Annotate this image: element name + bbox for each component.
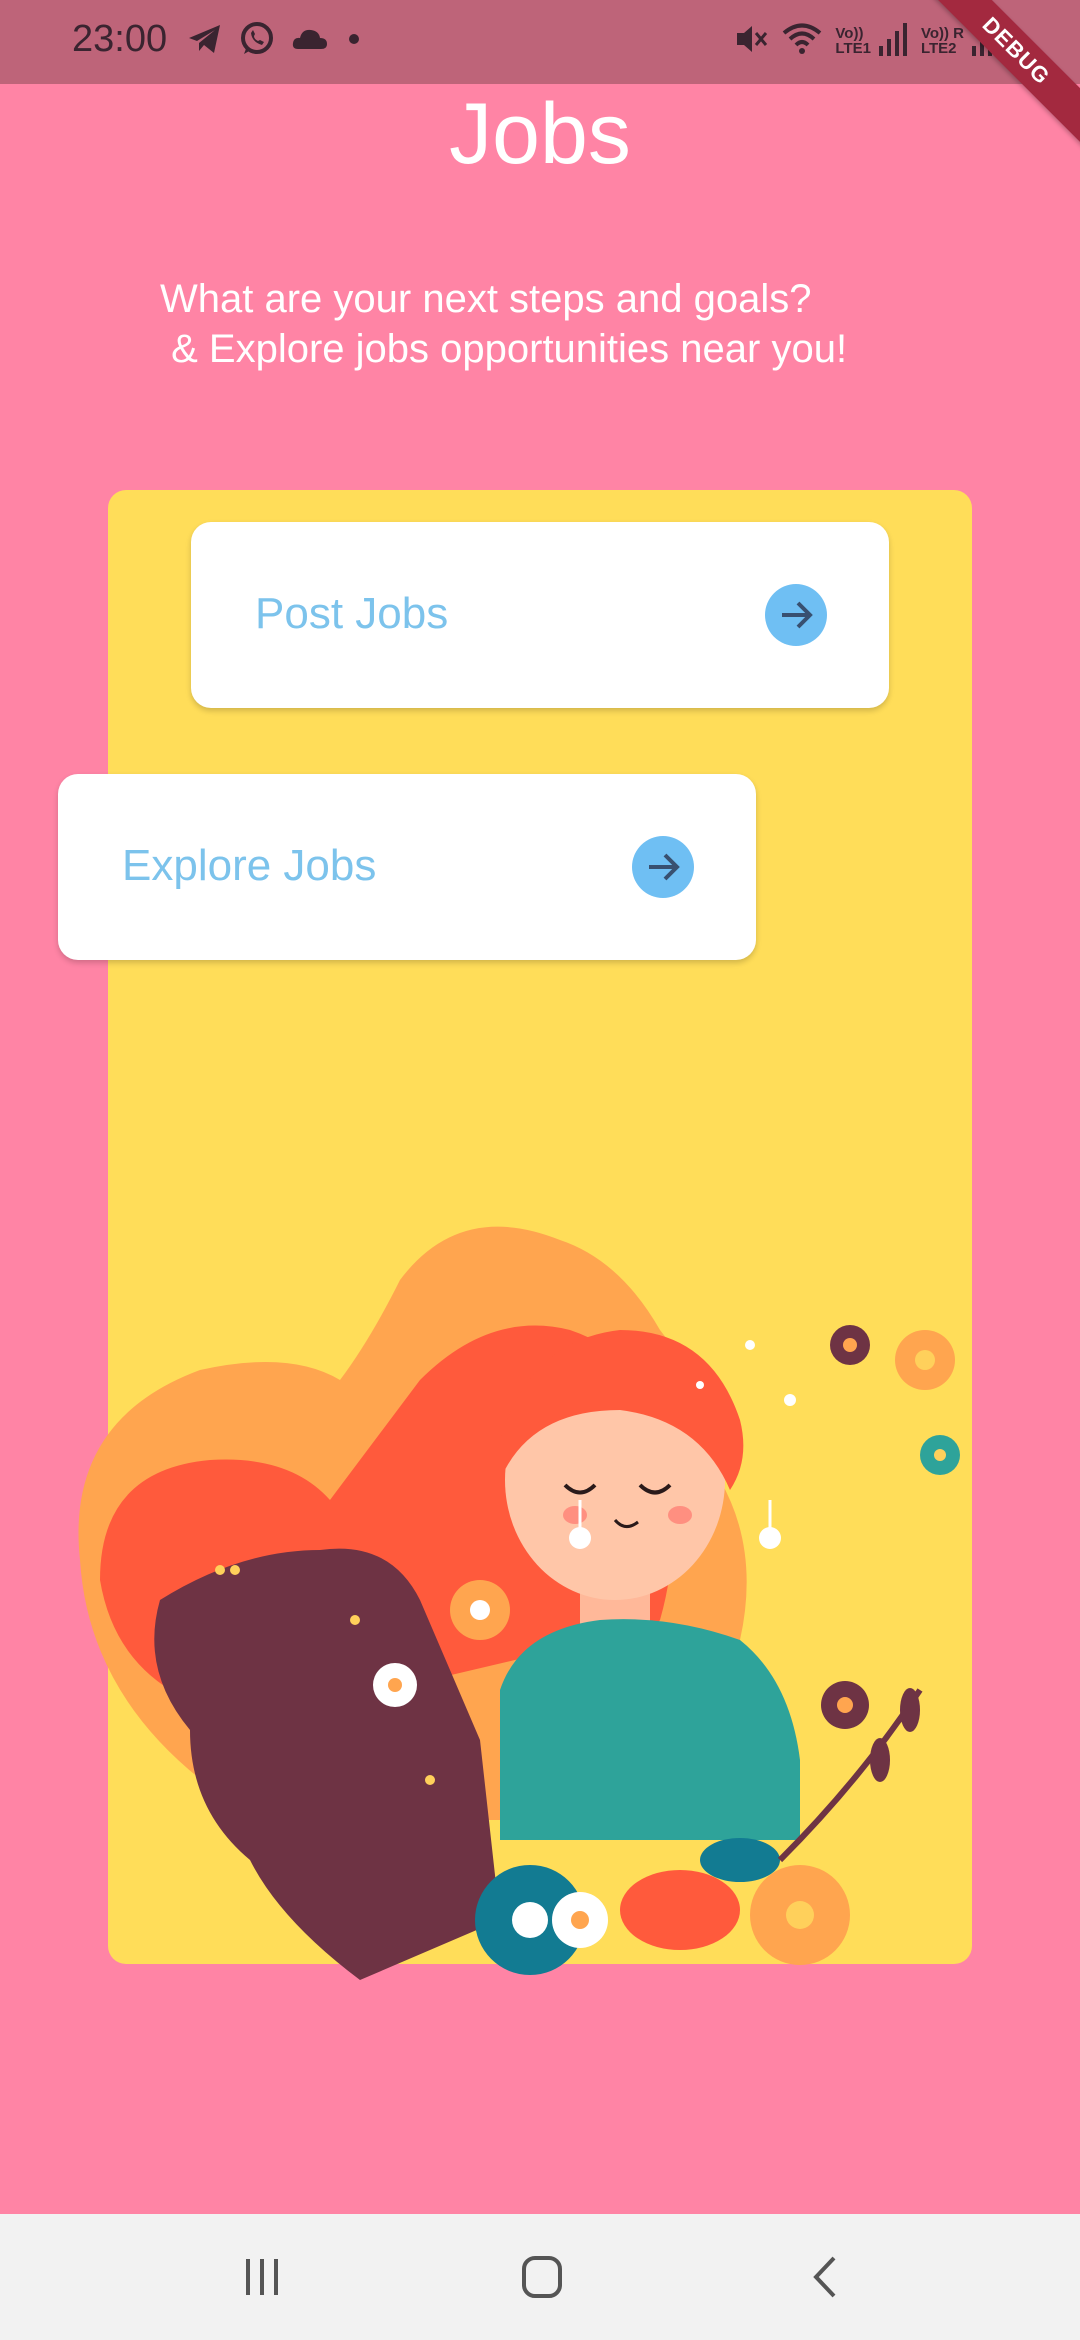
status-right-icons: Vo)) LTE1 Vo)) R LTE2 [733,20,1002,58]
back-icon[interactable] [784,2244,864,2310]
home-icon[interactable] [502,2244,582,2310]
network-label-2: Vo)) R LTE2 [921,26,964,56]
whatsapp-icon [241,22,273,54]
wifi-icon [783,23,822,54]
signal-bars-icon [878,23,907,56]
arrow-right-icon[interactable] [765,584,827,646]
woman-with-flowers-illustration [78,1226,960,1980]
signal-lte1-icon: Vo)) LTE1 [835,22,909,56]
mute-icon [737,26,768,52]
cloud-icon [292,29,327,49]
post-jobs-button[interactable]: Post Jobs [191,522,889,708]
network-type-label: LTE1 [835,40,871,57]
navigation-bar [0,2214,1080,2340]
arrow-right-icon[interactable] [632,836,694,898]
network-label: Vo)) LTE1 [835,26,871,56]
page-title: Jobs [449,86,631,182]
network-type-label-2: LTE2 [920,40,957,57]
status-left-icons [186,20,364,58]
network-voice-label-2: Vo)) R [920,25,964,42]
explore-jobs-button[interactable]: Explore Jobs [58,774,756,960]
status-bar: 23:00 Vo)) LTE1 Vo)) R LTE2 DEBUG [0,0,1080,157]
recent-apps-icon[interactable] [222,2244,302,2310]
explore-jobs-label: Explore Jobs [122,841,377,890]
page-subtitle: What are your next steps and goals? & Ex… [160,277,848,371]
network-voice-label: Vo)) [835,25,864,42]
dot-icon [349,34,359,44]
telegram-icon [189,25,220,53]
post-jobs-label: Post Jobs [255,589,449,638]
status-time: 23:00 [72,18,168,60]
